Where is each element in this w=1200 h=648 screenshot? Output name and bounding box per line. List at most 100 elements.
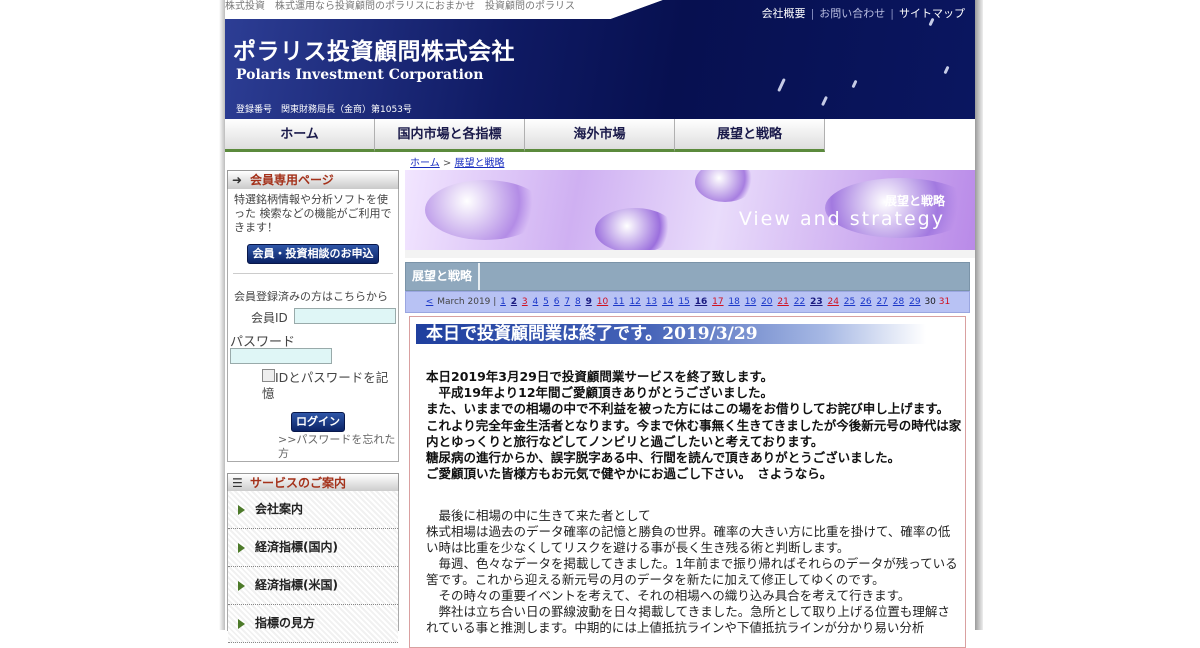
article-line: 本日2019年3月29日で投資顧問業サービスを終了致します。: [426, 369, 774, 384]
member-login-box: 特選銘柄情報や分析ソフトを使った 検索などの機能がご利用できます！ 会員・投資相…: [227, 189, 399, 462]
article-line: また、いままでの相場の中で不利益を被った方にはこの場をお借りしてお詫び申し上げま…: [426, 401, 950, 417]
page: 株式投資 株式運用なら投資顧問のポラリスにおまかせ 投資顧問のポラリス 会社概要…: [225, 0, 975, 648]
login-intro: 会員登録済みの方はこちらから: [234, 290, 388, 303]
nav-overseas-market[interactable]: 海外市場: [525, 119, 675, 152]
calendar-day[interactable]: 11: [613, 297, 624, 307]
triangle-right-icon: [238, 542, 245, 553]
calendar-day[interactable]: 26: [860, 297, 871, 307]
service-label: 経済指標(国内): [255, 540, 338, 554]
apply-consultation-button[interactable]: 会員・投資相談のお申込: [247, 244, 379, 264]
nav-domestic-market[interactable]: 国内市場と各指標: [375, 119, 525, 152]
calendar-day[interactable]: 19: [745, 297, 756, 307]
calendar-day[interactable]: 7: [564, 297, 570, 307]
tab-bar: 展望と戦略: [405, 262, 970, 291]
article-closing-notice: 本日2019年3月29日で投資顧問業サービスを終了致します。 平成19年より12…: [426, 369, 962, 482]
calendar-day[interactable]: 25: [844, 297, 855, 307]
calendar-day[interactable]: 15: [678, 297, 689, 307]
service-list: 会社案内 経済指標(国内) 経済指標(米国) 指標の見方: [227, 491, 399, 643]
article-body: 最後に相場の中に生きて来た者として 株式相場は過去のデータ確率の記憶と勝負の世界…: [426, 508, 962, 636]
calendar-day[interactable]: 6: [554, 297, 560, 307]
article-line: 毎週、色々なデータを掲載してきました。1年前まで振り帰ればそれらのデータが残って…: [426, 556, 958, 587]
member-id-input[interactable]: [294, 308, 396, 324]
star-streak-decoration: [943, 65, 950, 75]
section-banner: 展望と戦略 View and strategy: [405, 170, 975, 250]
company-link[interactable]: 会社概要: [762, 7, 806, 20]
service-economic-us[interactable]: 経済指標(米国): [228, 567, 398, 605]
top-links: 会社概要 | お問い合わせ | サイトマップ: [762, 5, 965, 21]
contact-link[interactable]: お問い合わせ: [819, 7, 885, 20]
article-line: その時々の重要イベントを考えて、それの相場への織り込み具合を考えて行きます。: [426, 588, 911, 603]
calendar-day[interactable]: 28: [893, 297, 904, 307]
top-link-divider: |: [810, 7, 815, 20]
password-input[interactable]: [230, 348, 332, 364]
service-economic-domestic[interactable]: 経済指標(国内): [228, 529, 398, 567]
calendar-day[interactable]: 16: [695, 297, 708, 307]
article-line: 平成19年より12年間ご愛顧頂きありがとうございました。: [426, 385, 774, 401]
breadcrumb-separator: >: [442, 158, 452, 169]
breadcrumb-current[interactable]: 展望と戦略: [454, 158, 504, 169]
article-title: 本日で投資顧問業は終了です。2019/3/29: [416, 324, 926, 344]
triangle-right-icon: [238, 504, 245, 515]
calendar-day[interactable]: 9: [586, 297, 592, 307]
logo-japanese[interactable]: ポラリス投資顧問株式会社: [233, 32, 515, 66]
calendar-day[interactable]: 13: [646, 297, 657, 307]
calendar-day[interactable]: 12: [629, 297, 640, 307]
calendar-day[interactable]: 4: [533, 297, 539, 307]
triangle-right-icon: [238, 580, 245, 591]
service-label: 会社案内: [255, 502, 304, 516]
member-id-label: 会員ID: [251, 311, 288, 325]
article-line: 糖尿病の進行からか、誤字脱字ある中、行間を読んで頂きありがとうございました。: [426, 450, 901, 466]
calendar-day[interactable]: 22: [794, 297, 805, 307]
nav-outlook-strategy[interactable]: 展望と戦略: [675, 119, 825, 152]
article-line: これより完全年金生活者となります。今まで休む事無く生きてきましたが今後新元号の時…: [426, 417, 962, 449]
logo-english: Polaris Investment Corporation: [236, 67, 484, 83]
star-streak-decoration: [777, 78, 786, 92]
calendar-day[interactable]: 27: [876, 297, 887, 307]
calendar-day: 31: [938, 297, 951, 307]
calendar-day: 30: [924, 297, 936, 307]
calendar-day[interactable]: 10: [597, 297, 608, 307]
calendar-day[interactable]: 1: [500, 297, 506, 307]
banner-blob-decoration: [595, 208, 675, 250]
calendar-day[interactable]: 18: [728, 297, 739, 307]
list-icon: ☰: [232, 476, 243, 490]
service-label: 経済指標(米国): [255, 578, 338, 592]
calendar-day[interactable]: 23: [810, 297, 823, 307]
calendar-day[interactable]: 24: [827, 297, 838, 307]
banner-title-jp: 展望と戦略: [884, 194, 945, 208]
header-swoosh: [595, 0, 665, 19]
member-description: 特選銘柄情報や分析ソフトを使った 検索などの機能がご利用できます！: [234, 193, 392, 234]
site-header: 株式投資 株式運用なら投資顧問のポラリスにおまかせ 投資顧問のポラリス 会社概要…: [225, 0, 975, 119]
star-streak-decoration: [821, 95, 828, 107]
page-shadow-right: [975, 0, 983, 630]
calendar-day[interactable]: 8: [575, 297, 581, 307]
member-section-header: ➜ 会員専用ページ: [227, 170, 399, 190]
service-indicator-guide[interactable]: 指標の見方: [228, 605, 398, 643]
calendar-day[interactable]: 21: [777, 297, 788, 307]
calendar-day[interactable]: 29: [909, 297, 920, 307]
calendar-month: March 2019 |: [437, 297, 497, 307]
nav-home[interactable]: ホーム: [225, 119, 375, 152]
calendar-day[interactable]: 20: [761, 297, 772, 307]
calendar-day[interactable]: 5: [543, 297, 549, 307]
forgot-password-link[interactable]: >>パスワードを忘れた方: [278, 433, 398, 461]
banner-blob-decoration: [695, 170, 755, 202]
remember-label: IDとパスワードを記憶: [262, 370, 389, 401]
article-line: 最後に相場の中に生きて来た者として: [426, 508, 651, 523]
article-line: ご愛顧頂いた皆様方もお元気で健やかにお過ごし下さい。 さようなら。: [426, 466, 833, 482]
tab-outlook-strategy[interactable]: 展望と戦略: [406, 263, 480, 290]
calendar-day[interactable]: 3: [522, 297, 528, 307]
calendar-day[interactable]: 17: [712, 297, 723, 307]
calendar-day[interactable]: 2: [511, 297, 517, 307]
breadcrumb-home[interactable]: ホーム: [410, 158, 440, 169]
calendar-day[interactable]: 14: [662, 297, 673, 307]
service-company-info[interactable]: 会社案内: [228, 491, 398, 529]
arrow-right-icon: ➜: [232, 173, 243, 187]
service-section-title: サービスのご案内: [250, 476, 347, 490]
calendar-prev-link[interactable]: <: [426, 297, 434, 307]
login-button[interactable]: ログイン: [291, 412, 345, 432]
service-label: 指標の見方: [255, 616, 316, 630]
registration-number: 登録番号 関東財務局長（金商）第1053号: [236, 105, 412, 115]
triangle-right-icon: [238, 618, 245, 629]
banner-blob-decoration: [425, 180, 545, 240]
